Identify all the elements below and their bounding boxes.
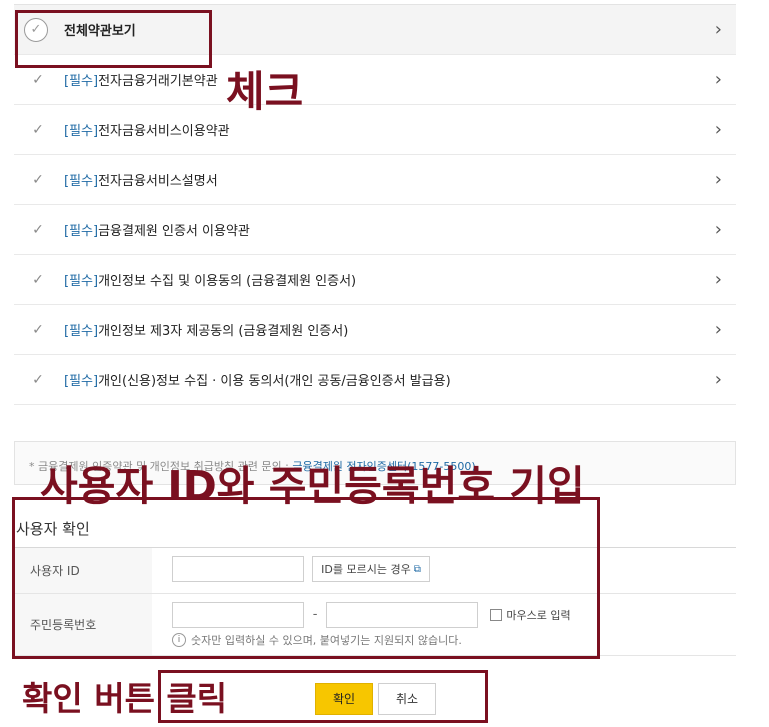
term-row[interactable]: ✓ [필수]개인정보 제3자 제공동의 (금융결제원 인증서) › xyxy=(14,305,736,355)
term-row[interactable]: ✓ [필수]전자금융서비스이용약관 › xyxy=(14,105,736,155)
annotation-box-user-confirm xyxy=(12,497,600,659)
chevron-right-icon[interactable]: › xyxy=(715,20,722,39)
check-icon[interactable]: ✓ xyxy=(30,72,46,88)
term-row[interactable]: ✓ [필수]전자금융서비스설명서 › xyxy=(14,155,736,205)
term-row[interactable]: ✓ [필수]금융결제원 인증서 이용약관 › xyxy=(14,205,736,255)
required-tag: [필수] xyxy=(64,224,99,239)
term-row[interactable]: ✓ [필수]개인정보 수집 및 이용동의 (금융결제원 인증서) › xyxy=(14,255,736,305)
term-row[interactable]: ✓ [필수]개인(신용)정보 수집 · 이용 동의서(개인 공동/금융인증서 발… xyxy=(14,355,736,405)
annotation-check-text: 체크 xyxy=(226,67,304,116)
annotation-box-buttons xyxy=(158,670,488,723)
term-label: 개인정보 수집 및 이용동의 (금융결제원 인증서) xyxy=(98,274,357,289)
term-label: 개인(신용)정보 수집 · 이용 동의서(개인 공동/금융인증서 발급용) xyxy=(98,374,451,389)
check-icon[interactable]: ✓ xyxy=(30,272,46,288)
chevron-right-icon[interactable]: › xyxy=(715,220,722,239)
check-icon[interactable]: ✓ xyxy=(30,222,46,238)
chevron-right-icon[interactable]: › xyxy=(715,120,722,139)
required-tag: [필수] xyxy=(64,124,99,139)
chevron-right-icon[interactable]: › xyxy=(715,370,722,389)
chevron-right-icon[interactable]: › xyxy=(715,320,722,339)
required-tag: [필수] xyxy=(64,324,99,339)
term-label: 전자금융서비스이용약관 xyxy=(98,124,230,139)
required-tag: [필수] xyxy=(64,274,99,289)
chevron-right-icon[interactable]: › xyxy=(715,270,722,289)
required-tag: [필수] xyxy=(64,174,99,189)
term-label: 전자금융거래기본약관 xyxy=(98,74,218,89)
term-label: 금융결제원 인증서 이용약관 xyxy=(98,224,250,239)
annotation-box-view-all xyxy=(15,10,212,68)
term-label: 전자금융서비스설명서 xyxy=(98,174,218,189)
chevron-right-icon[interactable]: › xyxy=(715,170,722,189)
term-label: 개인정보 제3자 제공동의 (금융결제원 인증서) xyxy=(98,324,349,339)
chevron-right-icon[interactable]: › xyxy=(715,70,722,89)
check-icon[interactable]: ✓ xyxy=(30,372,46,388)
required-tag: [필수] xyxy=(64,74,99,89)
required-tag: [필수] xyxy=(64,374,99,389)
check-icon[interactable]: ✓ xyxy=(30,322,46,338)
check-icon[interactable]: ✓ xyxy=(30,172,46,188)
check-icon[interactable]: ✓ xyxy=(30,122,46,138)
